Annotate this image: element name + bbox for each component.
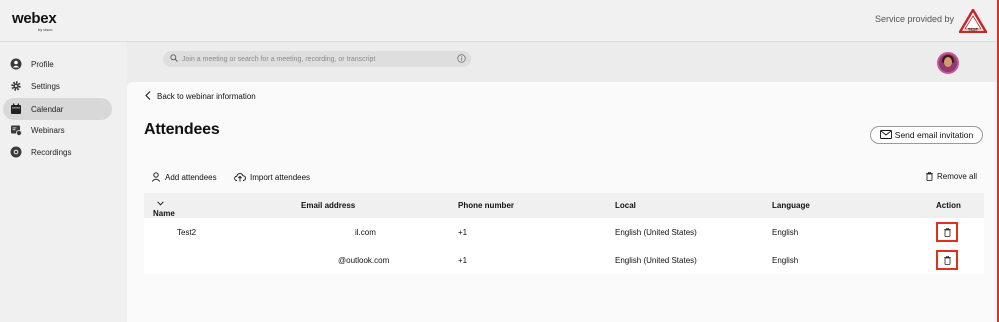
sidebar-item-settings[interactable]: Settings (3, 75, 112, 97)
brand-name: webex (12, 10, 57, 27)
gear-icon (10, 80, 22, 92)
sidebar-item-label: Webinars (31, 125, 65, 135)
recordings-icon (10, 146, 22, 158)
trash-icon (926, 172, 933, 181)
info-icon[interactable] (457, 54, 466, 65)
webex-logo: webex by cisco (12, 10, 57, 32)
add-person-icon (151, 172, 161, 182)
delete-attendee-button[interactable] (936, 222, 958, 242)
chevron-down-icon (157, 201, 164, 206)
column-header-name[interactable]: Name (153, 201, 175, 218)
cell-local: English (United States) (615, 256, 697, 265)
avatar[interactable] (937, 52, 959, 74)
cell-phone: +1 (458, 256, 468, 265)
back-link[interactable]: Back to webinar information (145, 91, 256, 102)
cell-email: @outlook.com (338, 256, 390, 265)
add-attendees-label: Add attendees (165, 172, 217, 182)
service-provider-text: Service provided by (874, 14, 954, 24)
delete-attendee-button[interactable] (936, 250, 958, 270)
cell-phone: +1 (458, 228, 468, 237)
back-link-label: Back to webinar information (157, 92, 256, 101)
profile-icon (10, 58, 22, 70)
table-row: @outlook.com +1 English (United States) … (144, 246, 984, 274)
send-email-invitation-button[interactable]: Send email invitation (870, 126, 983, 144)
page-title: Attendees (144, 121, 220, 138)
mail-icon (879, 129, 892, 141)
import-attendees-button[interactable]: Import attendees (234, 172, 310, 182)
sidebar-item-calendar[interactable]: Calendar (3, 98, 112, 120)
send-email-label: Send email invitation (894, 130, 974, 140)
search-placeholder: Join a meeting or search for a meeting, … (182, 55, 376, 63)
column-header-phone: Phone number (458, 201, 515, 210)
table-row: Test2 il.com +1 English (United States) … (144, 218, 984, 246)
sidebar-item-label: Settings (31, 81, 60, 91)
trash-icon (943, 255, 951, 265)
logo-badge-text: TEST (968, 27, 979, 32)
top-bar: webex by cisco Service provided by TEST (0, 0, 999, 42)
trash-icon (943, 227, 951, 237)
search-input[interactable]: Join a meeting or search for a meeting, … (163, 51, 471, 67)
sidebar-item-recordings[interactable]: Recordings (3, 141, 112, 163)
sidebar-item-profile[interactable]: Profile (3, 53, 112, 75)
remove-all-label: Remove all (937, 172, 978, 181)
sidebar-item-label: Calendar (31, 104, 64, 114)
add-attendees-button[interactable]: Add attendees (151, 172, 217, 182)
cloud-upload-icon (234, 172, 246, 182)
chevron-left-icon (145, 91, 151, 102)
import-attendees-label: Import attendees (250, 172, 311, 182)
column-header-local: Local (615, 201, 636, 210)
attendees-table: Name Email address Phone number Local La… (144, 193, 984, 274)
cell-language: English (772, 256, 799, 265)
sidebar-item-label: Recordings (31, 147, 72, 157)
table-header: Name Email address Phone number Local La… (144, 193, 984, 218)
column-header-action: Action (936, 201, 961, 210)
webinar-icon (10, 124, 22, 136)
cell-local: English (United States) (615, 228, 697, 237)
column-header-email: Email address (301, 201, 356, 210)
cell-email: il.com (355, 228, 376, 237)
sidebar-item-webinars[interactable]: Webinars (3, 119, 112, 141)
column-header-language: Language (772, 201, 810, 210)
remove-all-button[interactable]: Remove all (926, 172, 977, 181)
brand-subtitle: by cisco (38, 27, 53, 32)
search-icon (170, 54, 178, 64)
service-provider-logo: TEST (957, 7, 989, 38)
cell-name: Test2 (177, 228, 197, 237)
sidebar-item-label: Profile (31, 59, 54, 69)
cell-language: English (772, 228, 799, 237)
calendar-icon (10, 103, 22, 115)
